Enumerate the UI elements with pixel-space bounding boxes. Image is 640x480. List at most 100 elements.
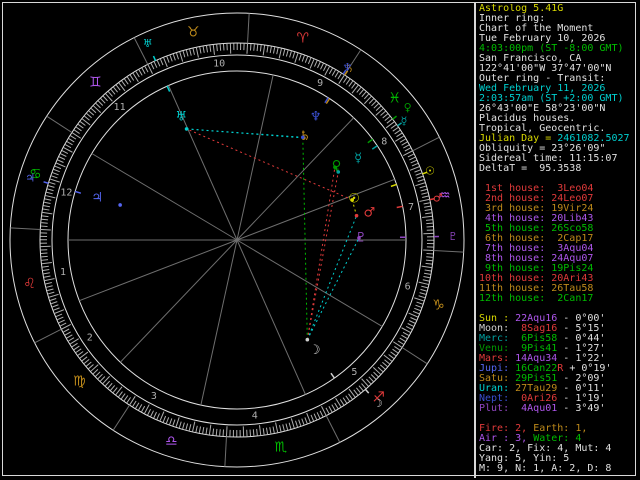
degree-tick bbox=[392, 127, 399, 132]
degree-tick bbox=[407, 323, 414, 327]
planet-pointer-venu bbox=[367, 138, 374, 144]
degree-tick bbox=[95, 371, 101, 377]
degree-tick bbox=[212, 44, 215, 55]
degree-tick bbox=[56, 162, 66, 168]
degree-tick bbox=[420, 188, 427, 192]
house-number-1: 1 bbox=[60, 267, 66, 278]
degree-tick bbox=[294, 53, 299, 63]
degree-tick bbox=[313, 413, 318, 420]
degree-tick bbox=[403, 144, 410, 149]
transit-glyph-venu: ♀ bbox=[404, 101, 412, 114]
transit-glyph-plut: ♇ bbox=[448, 230, 458, 243]
degree-tick bbox=[166, 56, 170, 63]
house-cusp-12 bbox=[91, 153, 238, 241]
house-number-6: 6 bbox=[405, 281, 411, 292]
degree-tick bbox=[182, 50, 186, 58]
degree-tick bbox=[123, 395, 129, 402]
degree-tick bbox=[97, 100, 104, 106]
degree-tick bbox=[66, 141, 73, 146]
degree-tick bbox=[97, 373, 103, 380]
degree-tick bbox=[49, 298, 57, 301]
planet-dot-uran bbox=[184, 127, 189, 131]
stats-row-text: M: 9, N: 1, A: 2, D: 8 bbox=[479, 463, 612, 474]
degree-tick bbox=[380, 110, 386, 116]
degree-tick bbox=[363, 93, 370, 100]
transit-glyph-nept: ♆ bbox=[343, 61, 353, 74]
degree-tick bbox=[408, 312, 418, 318]
degree-tick bbox=[425, 259, 433, 262]
degree-tick bbox=[353, 389, 359, 396]
degree-tick bbox=[421, 192, 428, 195]
degree-tick bbox=[415, 182, 426, 187]
degree-tick bbox=[58, 319, 65, 324]
degree-tick bbox=[147, 408, 151, 416]
degree-tick bbox=[298, 419, 302, 427]
degree-tick bbox=[356, 87, 362, 93]
degree-tick bbox=[52, 304, 59, 308]
house-number-7: 7 bbox=[408, 202, 414, 213]
sign-boundary bbox=[34, 328, 62, 344]
planet-pointer-jupi bbox=[74, 190, 82, 194]
degree-tick bbox=[185, 423, 189, 430]
degree-tick bbox=[129, 74, 135, 81]
degree-tick bbox=[404, 147, 411, 152]
house-cusp-5 bbox=[236, 239, 306, 395]
degree-tick bbox=[208, 424, 212, 435]
transit-glyph-uran: ♅ bbox=[143, 37, 153, 50]
degree-tick bbox=[54, 165, 62, 170]
planet-glyph-sun: ☉ bbox=[348, 192, 360, 207]
degree-tick bbox=[401, 334, 408, 339]
degree-tick bbox=[41, 215, 49, 218]
degree-tick bbox=[317, 61, 321, 69]
planet-dot-jupi bbox=[118, 203, 122, 207]
degree-tick bbox=[408, 320, 416, 324]
degree-tick bbox=[58, 156, 66, 160]
degree-tick bbox=[334, 71, 339, 78]
degree-tick bbox=[379, 364, 386, 370]
degree-tick bbox=[41, 255, 48, 258]
aspect-square-moon-venu bbox=[306, 167, 336, 340]
sign-glyph-leo: ♌ bbox=[23, 276, 36, 292]
degree-tick bbox=[100, 98, 106, 104]
degree-tick bbox=[43, 272, 50, 275]
planet-dot-moon bbox=[305, 337, 310, 342]
degree-tick bbox=[262, 428, 265, 435]
degree-tick bbox=[384, 359, 390, 365]
degree-tick bbox=[40, 228, 51, 231]
degree-tick bbox=[405, 326, 413, 330]
degree-tick bbox=[86, 113, 92, 119]
degree-tick bbox=[402, 331, 409, 336]
degree-tick bbox=[419, 292, 426, 295]
house-number-2: 2 bbox=[87, 333, 93, 344]
degree-tick bbox=[47, 288, 54, 292]
degree-tick bbox=[361, 383, 367, 389]
planet-row-text: - 3°49' bbox=[557, 403, 606, 414]
degree-tick bbox=[52, 172, 59, 176]
planet-glyph-merc: ☿ bbox=[354, 151, 362, 166]
degree-tick bbox=[153, 61, 158, 68]
degree-tick bbox=[73, 345, 80, 351]
degree-tick bbox=[377, 366, 384, 373]
chart-wheel: ♈♉♊♋♌♍♎ ♏♐♑♒♓123456789101112 ☉☉☽☽☿☿♀♀♂♂♃♃♄… bbox=[9, 12, 465, 468]
degree-tick bbox=[48, 293, 59, 298]
degree-tick bbox=[113, 86, 118, 93]
planet-glyph-satu: ♄ bbox=[299, 129, 311, 144]
degree-tick bbox=[61, 150, 69, 154]
degree-tick bbox=[331, 69, 336, 76]
planet-dot-mars bbox=[354, 213, 359, 218]
planet-row: Plut: 4Aqu01 - 3°49' bbox=[479, 404, 635, 414]
planet-pointer-merc bbox=[371, 145, 378, 150]
degree-tick bbox=[41, 218, 49, 221]
degree-tick bbox=[54, 309, 65, 314]
degree-tick bbox=[392, 348, 399, 354]
degree-tick bbox=[366, 378, 372, 385]
degree-tick bbox=[373, 103, 379, 109]
degree-tick bbox=[416, 175, 424, 179]
planet-glyph-mars: ♂ bbox=[363, 206, 375, 221]
house-cusp-2 bbox=[79, 239, 238, 302]
degree-tick bbox=[345, 395, 350, 402]
degree-tick bbox=[43, 275, 51, 278]
degree-tick bbox=[120, 393, 126, 400]
planet-pointer-sun bbox=[390, 183, 397, 188]
degree-tick bbox=[256, 44, 259, 52]
